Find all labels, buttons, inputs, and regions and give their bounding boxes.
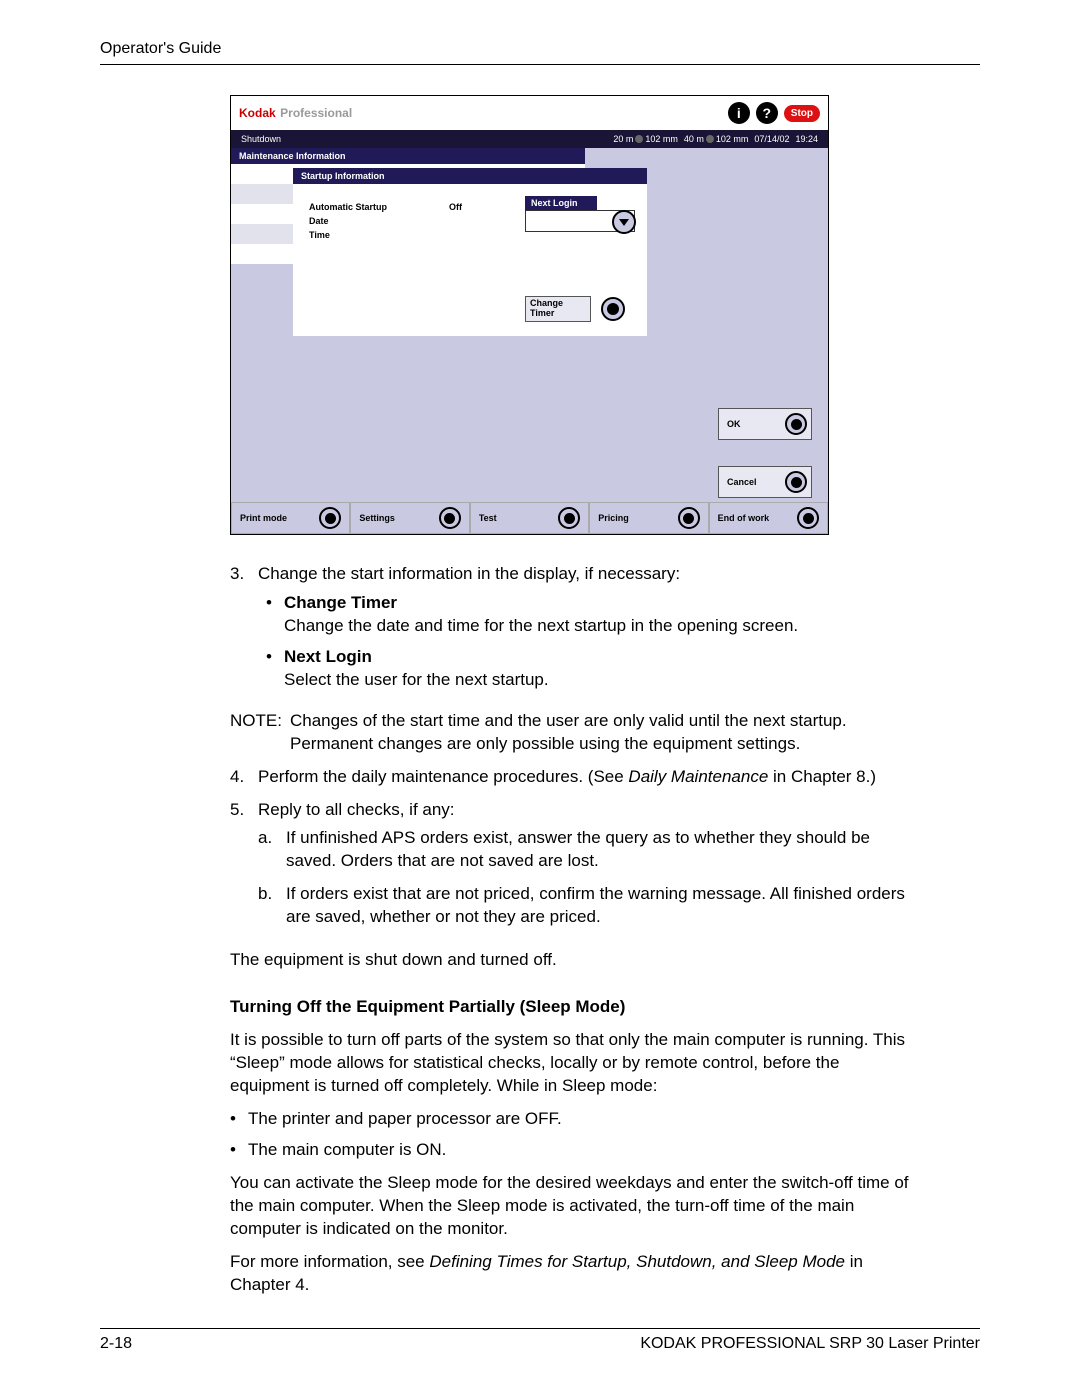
- step-3-text: Change the start information in the disp…: [258, 564, 680, 583]
- sleep-p3a: For more information, see: [230, 1252, 429, 1271]
- status-dot-icon: [706, 135, 714, 143]
- button-icon: [439, 507, 461, 529]
- document-body: 3. Change the start information in the d…: [230, 563, 920, 1296]
- auto-startup-value: Off: [449, 202, 509, 212]
- button-icon: [319, 507, 341, 529]
- time-label: Time: [309, 230, 449, 240]
- test-button[interactable]: Test: [470, 502, 589, 534]
- app-titlebar: Kodak Professional i ? Stop: [231, 96, 828, 130]
- step-5-text: Reply to all checks, if any:: [258, 800, 455, 819]
- auto-startup-label: Automatic Startup: [309, 202, 449, 212]
- brand-kodak: Kodak: [239, 106, 276, 120]
- step-5b-text: If orders exist that are not priced, con…: [286, 884, 905, 926]
- end-of-work-button[interactable]: End of work: [709, 502, 828, 534]
- next-login-dropdown[interactable]: [525, 210, 635, 232]
- para-shutdown: The equipment is shut down and turned of…: [230, 949, 920, 972]
- header-title: Operator's Guide: [100, 40, 980, 58]
- section-heading-sleep: Turning Off the Equipment Partially (Sle…: [230, 996, 920, 1019]
- cancel-label: Cancel: [727, 477, 757, 487]
- status-length-2: 40 m: [684, 134, 704, 144]
- print-mode-label: Print mode: [240, 513, 287, 523]
- note-label: NOTE:: [230, 710, 290, 756]
- bullet-change-timer-title: Change Timer: [284, 593, 397, 612]
- step-4-text-italic: Daily Maintenance: [628, 767, 768, 786]
- print-mode-button[interactable]: Print mode: [231, 502, 350, 534]
- page-footer: 2-18 KODAK PROFESSIONAL SRP 30 Laser Pri…: [100, 1328, 980, 1353]
- status-date: 07/14/02: [754, 134, 789, 144]
- note-text: Changes of the start time and the user a…: [290, 710, 920, 756]
- pricing-button[interactable]: Pricing: [589, 502, 708, 534]
- list-number: 3.: [230, 563, 258, 700]
- status-width-2: 102 mm: [716, 134, 749, 144]
- list-alpha: a.: [258, 827, 272, 850]
- button-icon: [797, 507, 819, 529]
- bullet-next-login-text: Select the user for the next startup.: [284, 670, 549, 689]
- end-of-work-label: End of work: [718, 513, 770, 523]
- status-bar: Shutdown 20 m102 mm 40 m102 mm 07/14/02 …: [231, 130, 828, 148]
- embedded-screenshot: Kodak Professional i ? Stop Shutdown 20 …: [230, 95, 829, 535]
- startup-info-panel: Startup Information Automatic Startup Of…: [293, 168, 647, 336]
- sleep-bullet-2: The main computer is ON.: [248, 1139, 920, 1162]
- button-icon: [558, 507, 580, 529]
- step-5a-text: If unfinished APS orders exist, answer t…: [286, 828, 870, 870]
- status-width-1: 102 mm: [645, 134, 678, 144]
- test-label: Test: [479, 513, 497, 523]
- sleep-bullet-1: The printer and paper processor are OFF.: [248, 1108, 920, 1131]
- ok-button[interactable]: OK: [718, 408, 812, 440]
- sleep-para-1: It is possible to turn off parts of the …: [230, 1029, 920, 1098]
- brand: Kodak Professional: [239, 104, 352, 122]
- bottom-nav: Print mode Settings Test Pricing End of …: [231, 502, 828, 534]
- step-4-text-a: Perform the daily maintenance procedures…: [258, 767, 628, 786]
- list-number: 5.: [230, 799, 258, 940]
- button-icon: [678, 507, 700, 529]
- sleep-p3-italic: Defining Times for Startup, Shutdown, an…: [429, 1252, 845, 1271]
- next-login-label: Next Login: [525, 196, 597, 210]
- settings-label: Settings: [359, 513, 395, 523]
- product-name: KODAK PROFESSIONAL SRP 30 Laser Printer: [640, 1335, 980, 1353]
- dropdown-icon[interactable]: [612, 210, 636, 234]
- screen-title: Shutdown: [241, 134, 281, 144]
- settings-button[interactable]: Settings: [350, 502, 469, 534]
- sleep-para-3: For more information, see Defining Times…: [230, 1251, 920, 1297]
- bullet-change-timer-text: Change the date and time for the next st…: [284, 616, 798, 635]
- step-4-text-c: in Chapter 8.): [768, 767, 876, 786]
- change-timer-button[interactable]: [601, 297, 625, 321]
- change-timer-group: Change Timer: [525, 296, 635, 322]
- bullet-next-login-title: Next Login: [284, 647, 372, 666]
- list-number: 4.: [230, 766, 258, 789]
- header-rule: [100, 64, 980, 65]
- startup-info-header: Startup Information: [293, 168, 647, 184]
- help-icon[interactable]: ?: [756, 102, 778, 124]
- sleep-para-2: You can activate the Sleep mode for the …: [230, 1172, 920, 1241]
- info-icon[interactable]: i: [728, 102, 750, 124]
- pricing-label: Pricing: [598, 513, 629, 523]
- page-number: 2-18: [100, 1335, 132, 1353]
- change-timer-label: Change Timer: [525, 296, 591, 322]
- maintenance-info-header: Maintenance Information: [231, 148, 585, 164]
- button-icon: [785, 471, 807, 493]
- ok-label: OK: [727, 419, 741, 429]
- status-length-1: 20 m: [613, 134, 633, 144]
- next-login-group: Next Login: [525, 196, 635, 232]
- stop-button[interactable]: Stop: [784, 105, 820, 122]
- button-icon: [785, 413, 807, 435]
- brand-professional: Professional: [280, 106, 352, 120]
- date-label: Date: [309, 216, 449, 226]
- list-alpha: b.: [258, 883, 272, 906]
- status-time: 19:24: [795, 134, 818, 144]
- status-dot-icon: [635, 135, 643, 143]
- cancel-button[interactable]: Cancel: [718, 466, 812, 498]
